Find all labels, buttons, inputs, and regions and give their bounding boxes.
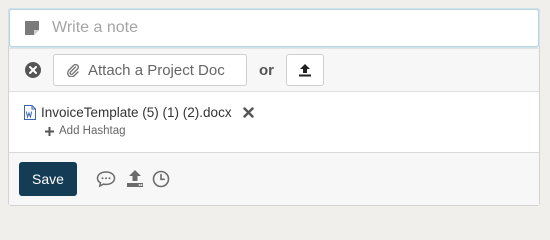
clear-icon[interactable]: [25, 62, 41, 78]
file-name[interactable]: InvoiceTemplate (5) (1) (2).docx: [41, 105, 232, 120]
add-hashtag-link[interactable]: Add Hashtag: [45, 125, 126, 137]
or-label: or: [259, 61, 274, 79]
sticky-note-icon: [25, 21, 39, 35]
attached-files: InvoiceTemplate (5) (1) (2).docx Add Has…: [9, 93, 539, 151]
upload-button[interactable]: [286, 54, 324, 86]
save-button[interactable]: Save: [19, 162, 77, 196]
word-document-icon: [24, 105, 36, 120]
note-input[interactable]: [52, 19, 492, 37]
note-input-row: [9, 9, 539, 47]
attached-file-item: InvoiceTemplate (5) (1) (2).docx: [24, 105, 254, 120]
attach-button-label: Attach a Project Doc: [88, 61, 225, 79]
remove-file-icon[interactable]: [242, 107, 254, 118]
comment-icon[interactable]: [96, 170, 116, 188]
upload-file-icon[interactable]: [125, 169, 145, 189]
clock-icon[interactable]: [152, 170, 170, 188]
upload-icon: [299, 64, 311, 77]
attach-row: Attach a Project Doc or: [9, 48, 539, 92]
attach-project-doc-button[interactable]: Attach a Project Doc: [53, 54, 247, 86]
note-composer: Attach a Project Doc or InvoiceTemplate …: [8, 8, 540, 206]
plus-icon: [45, 126, 54, 136]
bottom-toolbar: Save: [9, 152, 539, 205]
paperclip-icon: [66, 63, 79, 77]
add-hashtag-label: Add Hashtag: [59, 125, 126, 137]
